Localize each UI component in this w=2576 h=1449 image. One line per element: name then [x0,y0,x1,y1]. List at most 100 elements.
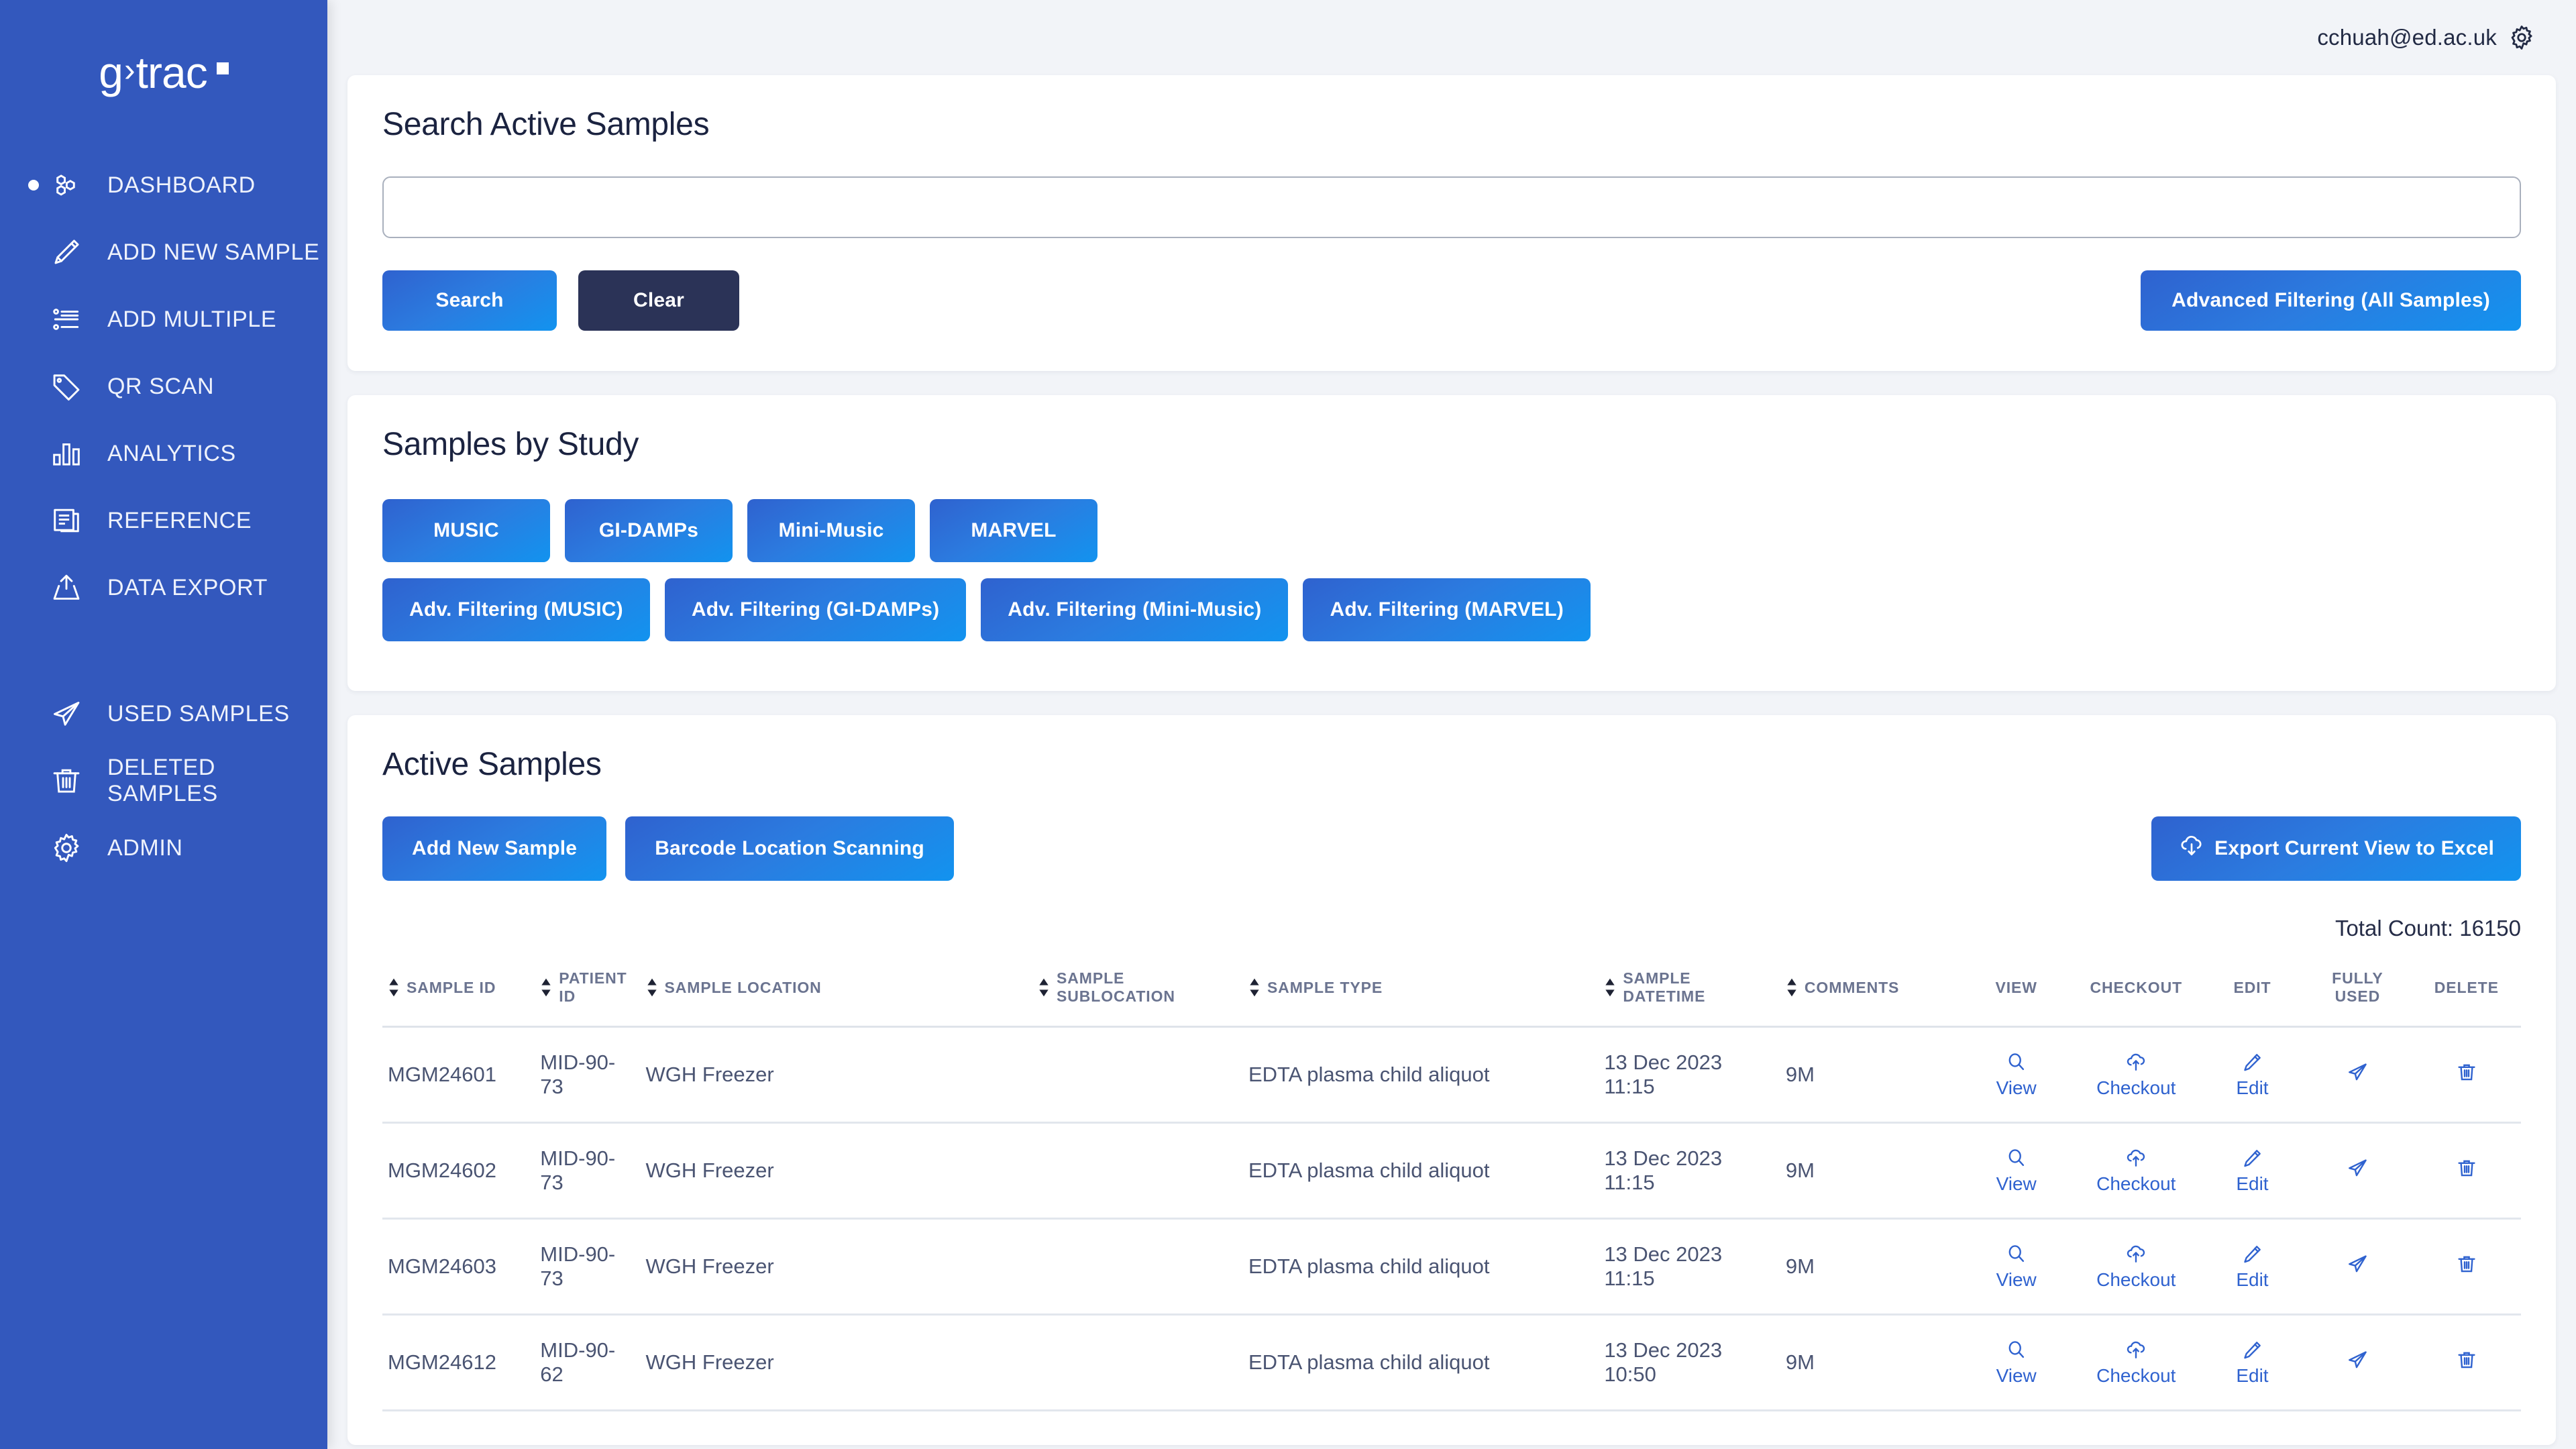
fully-used-action[interactable] [2345,1252,2369,1276]
sidebar-item-data-export[interactable]: DATA EXPORT [0,554,327,621]
brand-g: g [99,48,123,97]
cell-delete[interactable] [2412,1218,2521,1316]
table-row[interactable]: MGM24602 MID-90-73 WGH Freezer EDTA plas… [382,1122,2521,1220]
cell-sample-id: MGM24603 [382,1218,535,1316]
study-button-mini-music[interactable]: Mini-Music [747,499,915,562]
magnifier-icon [2004,1051,2029,1075]
column-header-sample-location[interactable]: Sample Location [640,953,1033,1028]
fully-used-action[interactable] [2345,1060,2369,1084]
delete-action[interactable] [2455,1348,2479,1372]
study-button-gi-damps[interactable]: GI-DAMPs [565,499,733,562]
cell-sample-type: EDTA plasma child aliquot [1242,1218,1599,1316]
search-input[interactable] [382,176,2521,238]
export-to-excel-button[interactable]: Export Current View to Excel [2151,816,2521,881]
sidebar-item-used-samples[interactable]: USED SAMPLES [0,680,327,747]
cell-fully-used[interactable] [2303,1218,2412,1316]
sidebar-item-admin[interactable]: ADMIN [0,814,327,881]
pencil-icon [2240,1146,2264,1171]
advanced-filtering-all-samples-button[interactable]: Advanced Filtering (All Samples) [2141,270,2521,331]
study-button-music[interactable]: MUSIC [382,499,550,562]
barcode-location-scanning-button[interactable]: Barcode Location Scanning [625,816,954,881]
column-header-comments[interactable]: Comments [1780,953,1962,1028]
sidebar-item-label: QR SCAN [107,373,215,399]
table-row[interactable]: MGM24601 MID-90-73 WGH Freezer EDTA plas… [382,1026,2521,1124]
edit-action[interactable]: Edit [2236,1051,2269,1099]
edit-action[interactable]: Edit [2236,1242,2269,1291]
cell-view[interactable]: View [1962,1122,2071,1220]
sidebar-item-add-new-sample[interactable]: ADD NEW SAMPLE [0,219,327,286]
cell-delete[interactable] [2412,1122,2521,1220]
sidebar-item-label: DATA EXPORT [107,574,268,600]
table-row[interactable]: MGM24603 MID-90-73 WGH Freezer EDTA plas… [382,1218,2521,1316]
add-new-sample-button[interactable]: Add New Sample [382,816,607,881]
brand-logo[interactable]: g › trac [0,30,327,115]
checkout-label: Checkout [2096,1269,2176,1290]
clear-button[interactable]: Clear [578,270,739,331]
document-icon [47,501,86,540]
fully-used-action[interactable] [2345,1156,2369,1180]
cell-checkout[interactable]: Checkout [2070,1218,2202,1316]
view-label: View [1996,1173,2037,1194]
table-row[interactable]: MGM24612 MID-90-62 WGH Freezer EDTA plas… [382,1314,2521,1411]
adv-filtering-gi-damps-button[interactable]: Adv. Filtering (GI-DAMPs) [664,578,967,641]
cell-sample-datetime: 13 Dec 2023 10:50 [1599,1314,1780,1411]
view-action[interactable]: View [1996,1146,2037,1195]
cell-view[interactable]: View [1962,1218,2071,1316]
edit-action[interactable]: Edit [2236,1338,2269,1387]
column-header-sample-sublocation[interactable]: Sample Sublocation [1032,953,1243,1028]
delete-action[interactable] [2455,1252,2479,1276]
cell-comments: 9M [1780,1026,1962,1124]
sidebar-item-analytics[interactable]: ANALYTICS [0,420,327,487]
cell-sample-sublocation [1032,1026,1243,1124]
view-action[interactable]: View [1996,1338,2037,1387]
column-header-label: Sample Sublocation [1057,969,1175,1005]
cell-edit[interactable]: Edit [2201,1218,2304,1316]
gear-icon[interactable] [2506,22,2537,53]
column-header-sample-id[interactable]: Sample ID [382,953,535,1028]
cell-sample-type: EDTA plasma child aliquot [1242,1314,1599,1411]
sidebar-item-deleted-samples[interactable]: DELETED SAMPLES [0,747,327,814]
cell-edit[interactable]: Edit [2201,1314,2304,1411]
column-header-sample-datetime[interactable]: Sample Datetime [1599,953,1780,1028]
sidebar-divider-gap [0,621,327,680]
delete-action[interactable] [2455,1156,2479,1180]
checkout-action[interactable]: Checkout [2096,1338,2176,1387]
cell-checkout[interactable]: Checkout [2070,1122,2202,1220]
edit-action[interactable]: Edit [2236,1146,2269,1195]
cell-edit[interactable]: Edit [2201,1122,2304,1220]
search-button[interactable]: Search [382,270,557,331]
paper-plane-icon [2345,1060,2369,1084]
cell-delete[interactable] [2412,1314,2521,1411]
cell-edit[interactable]: Edit [2201,1026,2304,1124]
samples-by-study-card: Samples by Study MUSIC GI-DAMPs Mini-Mus… [347,395,2556,691]
cell-checkout[interactable]: Checkout [2070,1026,2202,1124]
cell-delete[interactable] [2412,1026,2521,1124]
sidebar-item-dashboard[interactable]: DASHBOARD [0,152,327,219]
column-header-sample-type[interactable]: Sample Type [1242,953,1599,1028]
cell-view[interactable]: View [1962,1314,2071,1411]
checkout-action[interactable]: Checkout [2096,1146,2176,1195]
view-action[interactable]: View [1996,1242,2037,1291]
sidebar-item-reference[interactable]: REFERENCE [0,487,327,554]
cell-sample-type: EDTA plasma child aliquot [1242,1122,1599,1220]
cell-checkout[interactable]: Checkout [2070,1314,2202,1411]
view-action[interactable]: View [1996,1051,2037,1099]
sidebar-item-label: DELETED SAMPLES [107,755,218,806]
fully-used-action[interactable] [2345,1348,2369,1372]
adv-filtering-marvel-button[interactable]: Adv. Filtering (MARVEL) [1303,578,1591,641]
sidebar-item-label: ADMIN [107,835,183,861]
cell-fully-used[interactable] [2303,1314,2412,1411]
checkout-action[interactable]: Checkout [2096,1051,2176,1099]
checkout-action[interactable]: Checkout [2096,1242,2176,1291]
sidebar-item-add-multiple[interactable]: ADD MULTIPLE [0,286,327,353]
study-button-marvel[interactable]: MARVEL [930,499,1097,562]
column-header-patient-id[interactable]: Patient ID [535,953,641,1028]
adv-filtering-mini-music-button[interactable]: Adv. Filtering (Mini-Music) [981,578,1289,641]
page-title: Search Active Samples [382,107,710,142]
cell-view[interactable]: View [1962,1026,2071,1124]
cell-fully-used[interactable] [2303,1026,2412,1124]
adv-filtering-music-button[interactable]: Adv. Filtering (MUSIC) [382,578,650,641]
cell-fully-used[interactable] [2303,1122,2412,1220]
sidebar-item-qr-scan[interactable]: QR SCAN [0,353,327,420]
delete-action[interactable] [2455,1060,2479,1084]
